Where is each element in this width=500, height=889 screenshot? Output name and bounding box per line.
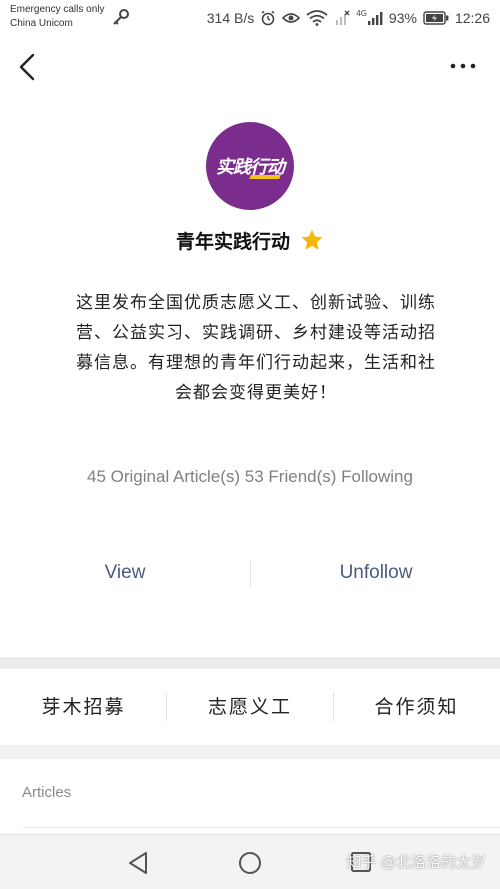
action-row: View Unfollow: [0, 550, 500, 596]
view-button[interactable]: View: [25, 550, 225, 596]
clock: 12:26: [454, 10, 490, 26]
signal-4g-label: 4G: [356, 8, 367, 18]
nav-back-icon[interactable]: [126, 850, 152, 876]
articles-divider: [22, 827, 500, 828]
nav-bar: [0, 36, 500, 98]
battery-icon: [423, 11, 449, 25]
carrier-info: Emergency calls only China Unicom: [10, 3, 104, 31]
carrier-line-1: Emergency calls only: [10, 4, 105, 15]
menu-item-recruitment[interactable]: 芽木招募: [0, 669, 167, 745]
net-speed: 314 B/s: [206, 10, 255, 26]
back-arrow-icon[interactable]: [14, 50, 40, 84]
wifi-icon: [306, 10, 328, 26]
watermark: 知乎 @北洛洛的太岁: [346, 853, 486, 871]
account-name: 青年实践行动: [175, 230, 290, 253]
account-avatar: 实践行动: [206, 122, 294, 210]
star-icon[interactable]: [300, 228, 324, 252]
nav-home-icon[interactable]: [237, 850, 263, 876]
unfollow-button[interactable]: Unfollow: [276, 550, 476, 596]
account-stats[interactable]: 45 Original Article(s) 53 Friend(s) Foll…: [0, 467, 500, 487]
system-nav-bar: 知乎 @北洛洛的太岁: [0, 834, 500, 889]
eye-icon: [282, 13, 301, 23]
articles-section: Articles: [0, 759, 500, 829]
section-separator: [0, 657, 500, 669]
account-description: 这里发布全国优质志愿义工、创新试验、训练营、公益实习、实践调研、乡村建设等活动招…: [76, 293, 436, 403]
status-bar: Emergency calls only China Unicom 314 B/…: [0, 0, 500, 36]
signal-bars-icon: [367, 12, 383, 25]
articles-label: Articles: [22, 784, 72, 801]
signal-no-sim-icon: [336, 10, 350, 25]
more-options-icon[interactable]: [448, 58, 478, 74]
status-icons: 314 B/s 4G 93% 12:26: [207, 7, 490, 29]
account-menu: 芽木招募 志愿义工 合作须知: [0, 669, 500, 745]
key-icon: [113, 9, 129, 25]
menu-item-volunteer[interactable]: 志愿义工: [167, 669, 333, 745]
action-divider: [250, 560, 251, 586]
alarm-icon: [261, 10, 275, 26]
battery-percent: 93%: [388, 10, 417, 26]
menu-item-cooperation[interactable]: 合作须知: [333, 669, 500, 745]
carrier-line-2: China Unicom: [10, 18, 73, 29]
title-row: 青年实践行动: [0, 225, 500, 255]
avatar-logo-underline: [249, 175, 281, 179]
section-separator: [0, 745, 500, 759]
